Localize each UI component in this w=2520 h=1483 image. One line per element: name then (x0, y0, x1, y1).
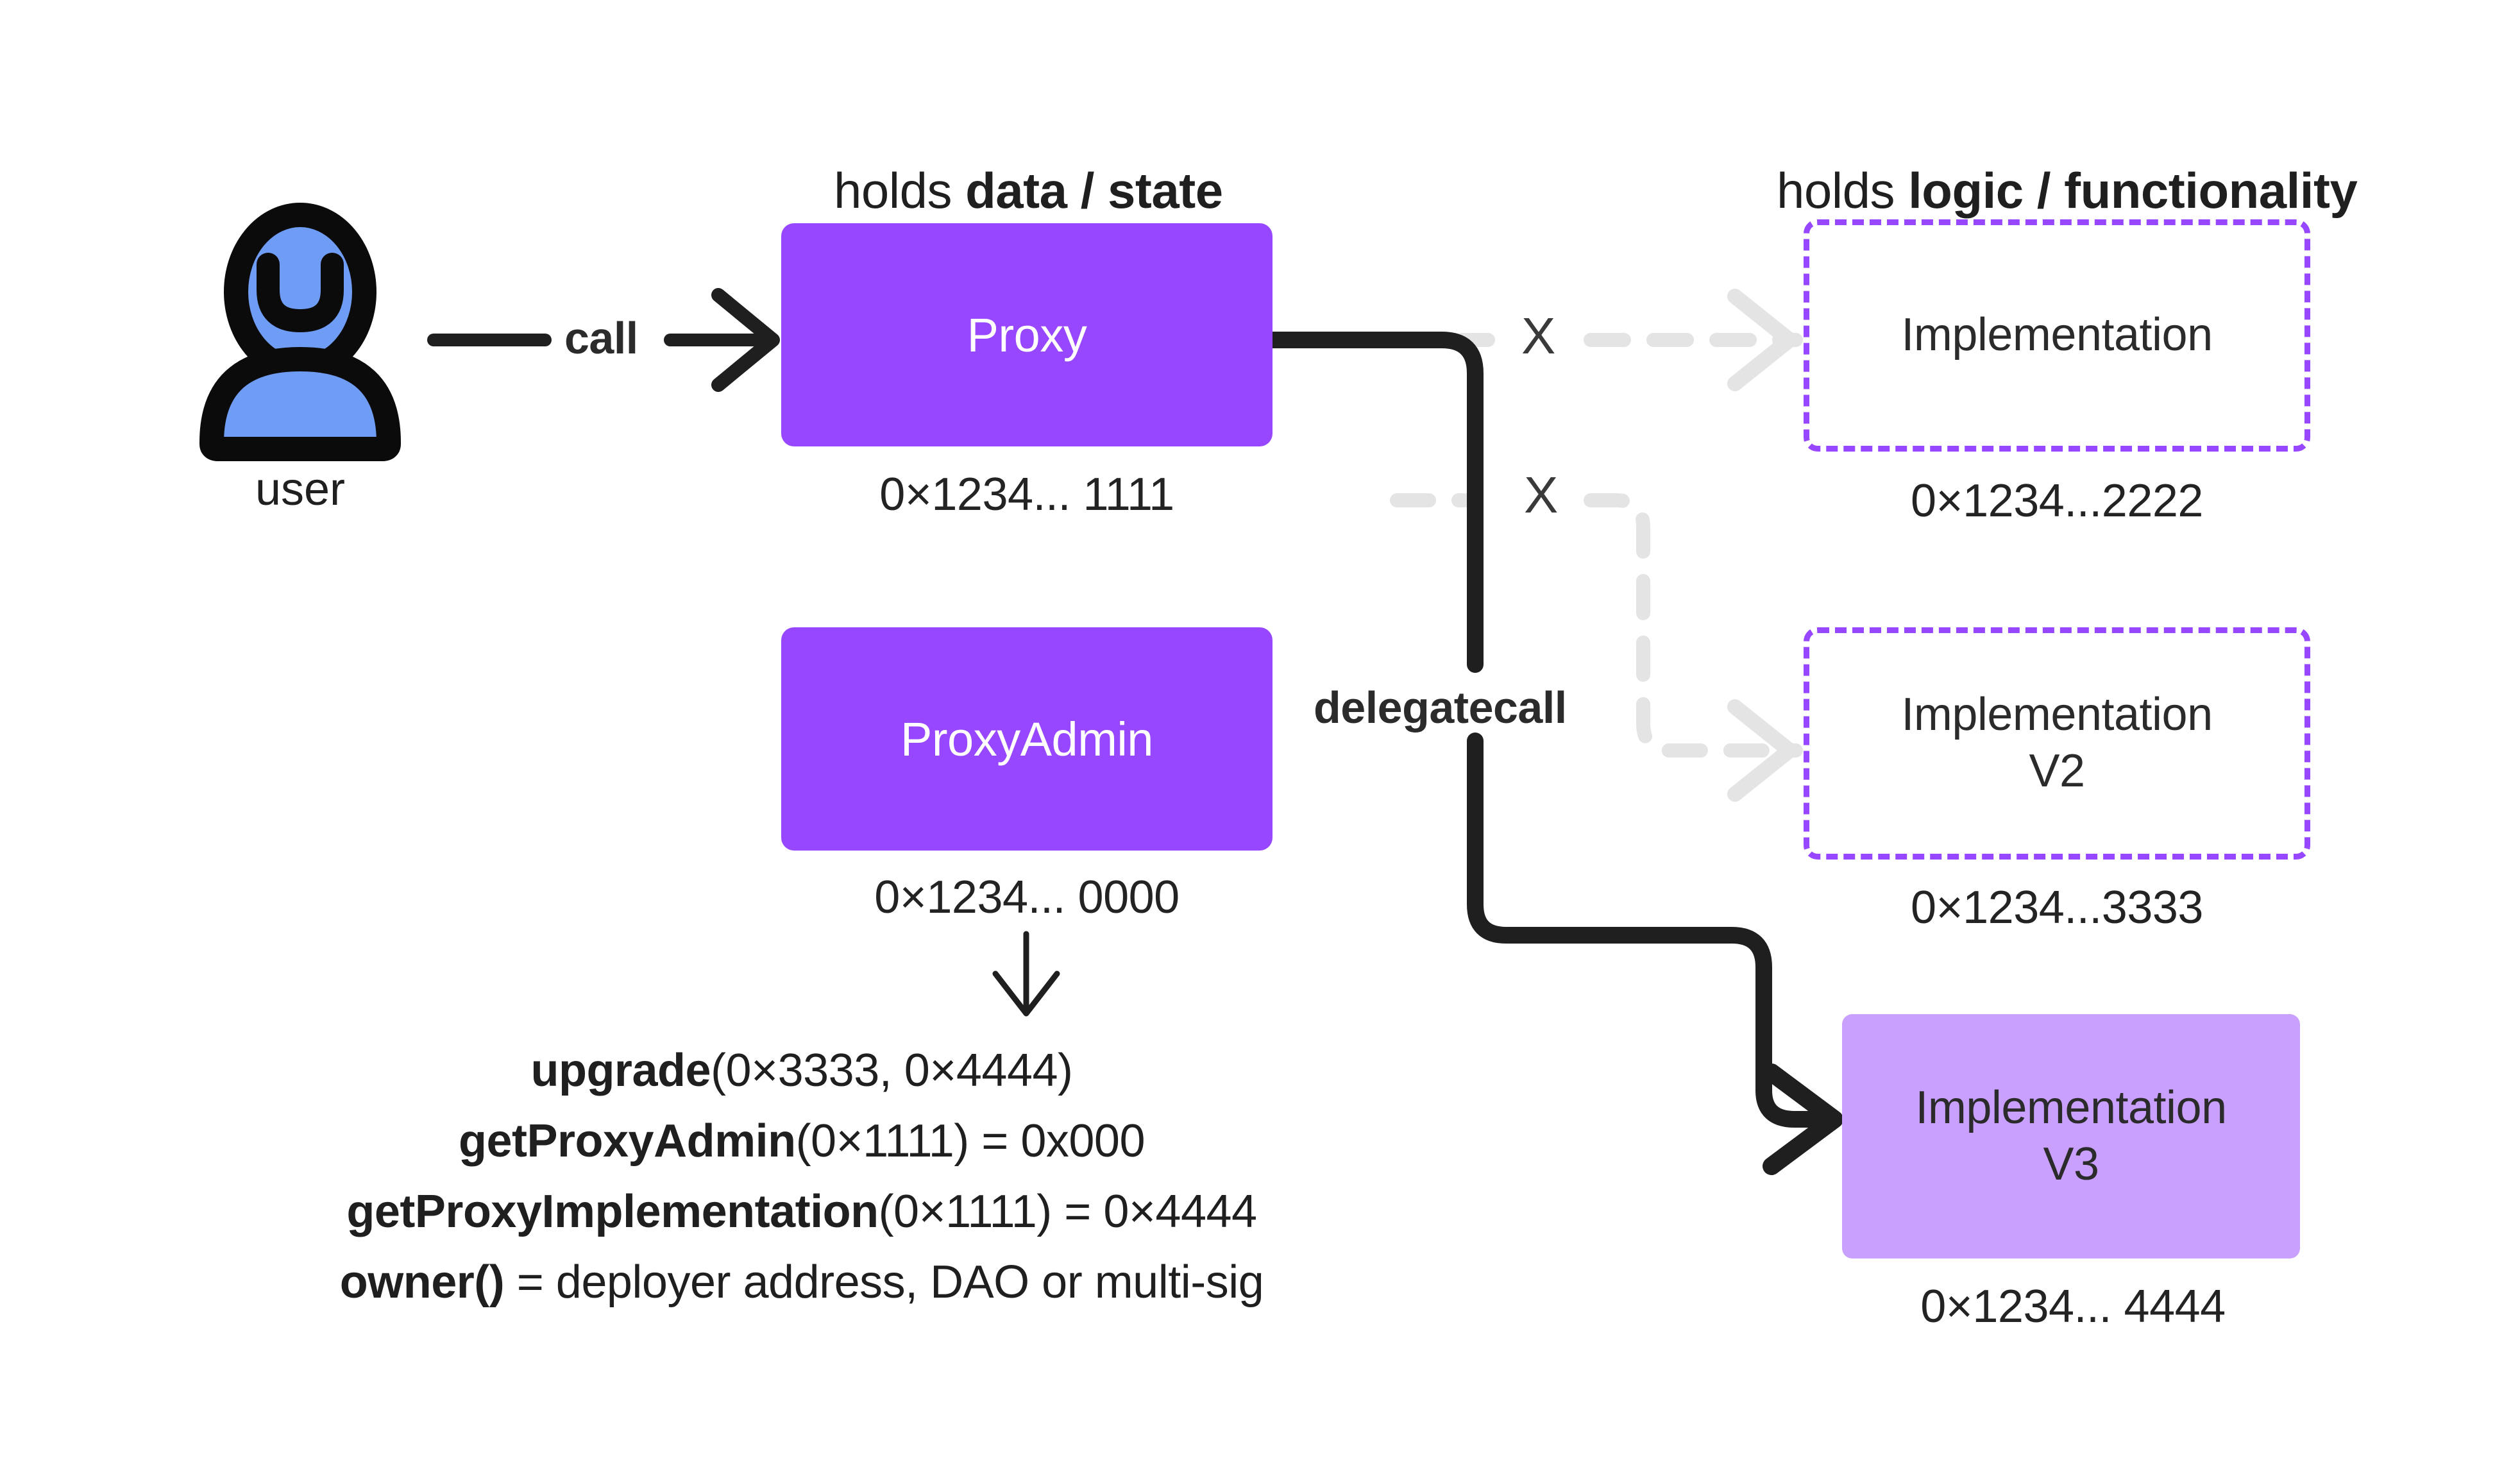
node-implementation-v2[interactable]: Implementation V2 (1804, 627, 2310, 860)
x-mark-implementation: X (1521, 307, 1556, 364)
node-implementation[interactable]: Implementation (1804, 219, 2310, 452)
header-holds-logic-functionality: holds logic / functionality (1777, 162, 2358, 220)
x-mark-implementation-v2: X (1524, 466, 1559, 523)
function-upgrade-name: upgrade (530, 1045, 711, 1096)
node-proxy[interactable]: Proxy (781, 223, 1273, 446)
user-caption: user (255, 464, 346, 515)
function-owner: owner() = deployer address, DAO or multi… (192, 1256, 1411, 1309)
edge-label-call: call (564, 313, 638, 363)
node-implementation-v3-label-line2: V3 (2043, 1138, 2099, 1190)
function-getproxyadmin-args: (0×1111) = 0x000 (795, 1115, 1146, 1167)
function-upgrade: upgrade(0×3333, 0×4444) (192, 1044, 1411, 1097)
function-getproxyimplementation-args: (0×1111) = 0×4444 (878, 1186, 1258, 1237)
header-holds-data-state: holds data / state (834, 162, 1223, 220)
proxyadmin-function-list: upgrade(0×3333, 0×4444) getProxyAdmin(0×… (192, 1044, 1411, 1326)
node-proxy-address: 0×1234... 1111 (879, 469, 1174, 520)
header-right-light: holds (1777, 162, 1909, 219)
node-implementation-v3[interactable]: Implementation V3 (1842, 1014, 2300, 1258)
function-getproxyimplementation-name: getProxyImplementation (346, 1186, 879, 1237)
edge-label-delegatecall: delegatecall (1314, 682, 1567, 733)
node-implementation-address: 0×1234...2222 (1911, 475, 2203, 527)
node-implementation-v3-address: 0×1234... 4444 (1920, 1281, 2226, 1332)
node-proxy-label: Proxy (967, 308, 1087, 362)
function-getproxyadmin-name: getProxyAdmin (458, 1115, 796, 1167)
user-avatar-icon (199, 203, 401, 461)
node-implementation-v2-label-line1: Implementation (1901, 689, 2213, 741)
function-owner-name: owner() (339, 1257, 505, 1308)
node-implementation-v2-label-line2: V2 (2029, 745, 2085, 797)
header-left-bold: data / state (965, 162, 1223, 219)
node-implementation-v3-label-line1: Implementation (1915, 1081, 2227, 1133)
edge-proxyadmin-to-functions (992, 931, 1060, 1017)
function-upgrade-args: (0×3333, 0×4444) (711, 1045, 1073, 1096)
node-implementation-label: Implementation (1901, 309, 2213, 361)
node-proxy-admin[interactable]: ProxyAdmin (781, 627, 1273, 851)
function-owner-args: = deployer address, DAO or multi-sig (504, 1257, 1264, 1308)
header-right-bold: logic / functionality (1908, 162, 2358, 219)
function-getproxyimplementation: getProxyImplementation(0×1111) = 0×4444 (192, 1185, 1411, 1238)
node-proxy-admin-address: 0×1234... 0000 (874, 872, 1180, 923)
node-proxy-admin-label: ProxyAdmin (901, 712, 1153, 766)
edge-proxy-to-implementation-v2-disabled (1390, 493, 1803, 802)
proxy-pattern-diagram: holds data / state holds logic / functio… (0, 0, 2520, 1483)
header-left-light: holds (834, 162, 966, 219)
function-getproxyadmin: getProxyAdmin(0×1111) = 0x000 (192, 1115, 1411, 1167)
node-implementation-v2-address: 0×1234...3333 (1911, 882, 2203, 933)
